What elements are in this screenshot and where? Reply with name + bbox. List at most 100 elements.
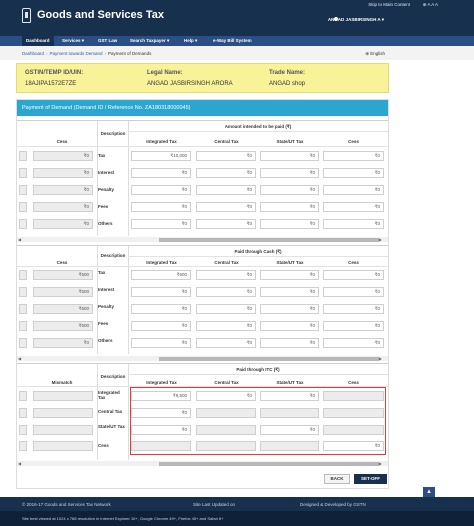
row-label-interest: Interest	[98, 170, 115, 175]
row-label-state-ut-tax: State/UT Tax	[98, 424, 125, 429]
browser-support-bar: Site best viewed at 1024 x 768 resolutio…	[0, 511, 474, 526]
hidden-column-cell	[19, 270, 27, 280]
cash-cess-input[interactable]: ₹0	[323, 304, 384, 314]
cash-central-tax-input[interactable]: ₹0	[196, 287, 256, 297]
intended-state-tax-input[interactable]: ₹0	[260, 168, 319, 178]
cash-integrated-tax-input[interactable]: ₹0	[131, 287, 191, 297]
font-size-controls[interactable]: ⊕ A A A	[423, 2, 438, 8]
taxpayer-info: GSTIN/TEMP ID/UIN: 18AJIPA1572E7ZE Legal…	[16, 63, 389, 93]
hidden-column-cell	[19, 202, 27, 212]
language-selector[interactable]: ⊕ English	[365, 51, 385, 57]
legal-name-label: Legal Name:	[147, 70, 183, 76]
nav-services[interactable]: Services ▾	[58, 36, 88, 46]
intended-state-tax-input[interactable]: ₹0	[260, 219, 319, 229]
mismatch-cell	[33, 408, 93, 418]
intended-integrated-tax-input[interactable]: ₹0	[131, 185, 191, 195]
scroll-left-icon[interactable]: ◀	[18, 237, 21, 242]
row-divider	[17, 266, 388, 267]
main-nav: Dashboard Services ▾ GST Law Search Taxp…	[0, 36, 474, 46]
intended-central-tax-input[interactable]: ₹0	[196, 219, 256, 229]
cash-cess-input[interactable]: ₹0	[323, 287, 384, 297]
hidden-column-cell	[19, 441, 27, 451]
nav-search-taxpayer[interactable]: Search Taxpayer ▾	[126, 36, 173, 46]
cash-central-tax-input[interactable]: ₹0	[196, 321, 256, 331]
panel-title: Payment of Demand (Demand ID / Reference…	[22, 105, 191, 111]
breadcrumb-payment-towards-demand[interactable]: Payment towards Demand	[50, 51, 103, 56]
cash-state-tax-input[interactable]: ₹0	[260, 321, 319, 331]
cash-central-tax-input[interactable]: ₹0	[196, 338, 256, 348]
scroll-right-icon[interactable]: ▶	[379, 237, 382, 242]
horizontal-scrollbar[interactable]: ◀ ▶	[17, 461, 388, 466]
left-cess-cell: ₹500	[33, 321, 93, 331]
intended-cess-input[interactable]: ₹0	[323, 168, 384, 178]
intended-state-tax-input[interactable]: ₹0	[260, 185, 319, 195]
user-menu[interactable]: ANGAD JASBIRSINGH A ▾	[328, 17, 384, 23]
intended-central-tax-input[interactable]: ₹0	[196, 168, 256, 178]
cash-state-tax-input[interactable]: ₹0	[260, 304, 319, 314]
intended-central-tax-input[interactable]: ₹0	[196, 151, 256, 161]
row-label-fees: Fees	[98, 204, 109, 209]
scroll-right-icon[interactable]: ▶	[379, 461, 382, 466]
horizontal-scrollbar[interactable]: ◀ ▶	[17, 356, 388, 361]
scroll-right-icon[interactable]: ▶	[379, 356, 382, 361]
cash-cess-input[interactable]: ₹0	[323, 321, 384, 331]
cash-integrated-tax-input[interactable]: ₹0	[131, 304, 191, 314]
col-state-ut-tax: State/UT Tax	[276, 260, 304, 265]
row-label-interest: Interest	[98, 287, 115, 292]
intended-integrated-tax-input[interactable]: ₹10,000	[131, 151, 191, 161]
mismatch-cell	[33, 391, 93, 401]
left-cess-cell: ₹500	[33, 270, 93, 280]
intended-integrated-tax-input[interactable]: ₹0	[131, 219, 191, 229]
row-label-cess: Cess	[98, 443, 109, 448]
cash-state-tax-input[interactable]: ₹0	[260, 270, 319, 280]
panel-heading: Payment of Demand (Demand ID / Reference…	[17, 100, 388, 116]
left-cess-cell: ₹0	[33, 202, 93, 212]
nav-dashboard[interactable]: Dashboard	[22, 36, 54, 46]
nav-eway-bill[interactable]: e-Way Bill System	[209, 36, 256, 46]
description-header: Description	[100, 374, 126, 379]
breadcrumb-current: Payment of Demands	[108, 51, 152, 56]
scroll-thumb[interactable]	[159, 461, 379, 466]
col-integrated-tax: Integrated Tax	[146, 139, 177, 144]
scroll-left-icon[interactable]: ◀	[18, 461, 21, 466]
footer-designed-by: Designed & Developed by GSTN	[300, 502, 366, 507]
intended-state-tax-input[interactable]: ₹0	[260, 202, 319, 212]
intended-central-tax-input[interactable]: ₹0	[196, 185, 256, 195]
cash-central-tax-input[interactable]: ₹0	[196, 270, 256, 280]
paid-through-cash-table: Paid through Cash (₹) Description Cess I…	[17, 245, 388, 354]
intended-cess-input[interactable]: ₹0	[323, 219, 384, 229]
cash-central-tax-input[interactable]: ₹0	[196, 304, 256, 314]
skip-to-main-link[interactable]: Skip to Main Content	[368, 2, 410, 7]
cash-cess-input[interactable]: ₹0	[323, 270, 384, 280]
col-cess: Cess	[348, 139, 359, 144]
scroll-left-icon[interactable]: ◀	[18, 356, 21, 361]
set-off-button[interactable]: SET-OFF	[354, 474, 387, 484]
scroll-thumb[interactable]	[159, 356, 379, 361]
intended-integrated-tax-input[interactable]: ₹0	[131, 168, 191, 178]
intended-central-tax-input[interactable]: ₹0	[196, 202, 256, 212]
gstin-label: GSTIN/TEMP ID/UIN:	[25, 70, 84, 76]
intended-cess-input[interactable]: ₹0	[323, 185, 384, 195]
nav-gst-law[interactable]: GST Law	[94, 36, 121, 46]
cash-integrated-tax-input[interactable]: ₹0	[131, 321, 191, 331]
scroll-thumb[interactable]	[159, 237, 379, 242]
cash-cess-input[interactable]: ₹0	[323, 338, 384, 348]
row-label-others: Others	[98, 338, 113, 343]
intended-cess-input[interactable]: ₹0	[323, 202, 384, 212]
horizontal-scrollbar[interactable]: ◀ ▶	[17, 237, 388, 242]
intended-integrated-tax-input[interactable]: ₹0	[131, 202, 191, 212]
breadcrumb-dashboard[interactable]: Dashboard	[22, 51, 44, 56]
intended-state-tax-input[interactable]: ₹0	[260, 151, 319, 161]
site-title: Goods and Services Tax	[37, 9, 164, 21]
cash-state-tax-input[interactable]: ₹0	[260, 338, 319, 348]
nav-help[interactable]: Help ▾	[180, 36, 201, 46]
col-cess: Cess	[348, 260, 359, 265]
back-button[interactable]: BACK	[324, 474, 350, 484]
cash-integrated-tax-input[interactable]: ₹500	[131, 270, 191, 280]
cash-integrated-tax-input[interactable]: ₹0	[131, 338, 191, 348]
row-label-tax: Tax	[98, 153, 106, 158]
cash-state-tax-input[interactable]: ₹0	[260, 287, 319, 297]
left-cess-cell: ₹0	[33, 185, 93, 195]
col-integrated-tax: Integrated Tax	[146, 260, 177, 265]
intended-cess-input[interactable]: ₹0	[323, 151, 384, 161]
